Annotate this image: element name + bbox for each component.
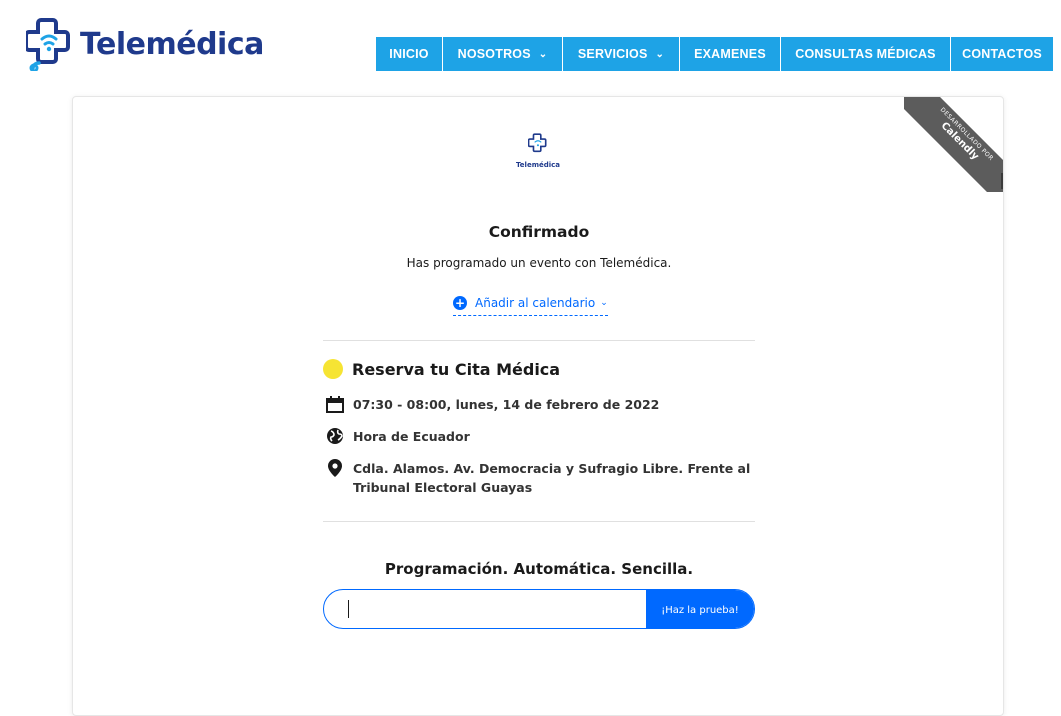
medical-cross-wifi-icon xyxy=(527,133,547,153)
calendar-icon xyxy=(325,395,345,413)
plus-circle-icon: + xyxy=(453,296,467,310)
try-it-button[interactable]: ¡Haz la prueba! xyxy=(646,590,754,628)
divider xyxy=(323,340,755,341)
nav-item-label: SERVICIOS xyxy=(577,47,648,61)
nav-item-label: NOSOTROS xyxy=(457,47,531,61)
nav-item-label: CONTACTOS xyxy=(962,47,1042,61)
location-pin-icon xyxy=(325,459,345,477)
site-logo[interactable]: Telemédica xyxy=(26,12,264,76)
main-nav: INICIO NOSOTROS ⌄ SERVICIOS ⌄ EXAMENES CON… xyxy=(376,37,1053,71)
chevron-down-icon: ⌄ xyxy=(538,48,548,60)
nav-item-consultas-medicas[interactable]: CONSULTAS MÉDICAS xyxy=(781,37,951,71)
nav-item-nosotros[interactable]: NOSOTROS ⌄ xyxy=(443,37,563,71)
booking-confirmation-card: DESARROLLADO POR Calendly Telemédica Con… xyxy=(72,96,1004,716)
chevron-down-icon: ⌄ xyxy=(600,298,608,308)
ribbon-brand-text: Calendly xyxy=(938,120,981,163)
event-name-text: Reserva tu Cita Médica xyxy=(352,359,561,379)
event-color-dot xyxy=(323,359,343,379)
divider xyxy=(323,521,755,522)
confirmation-title: Confirmado xyxy=(488,223,590,241)
nav-item-label: EXAMENES xyxy=(694,47,766,61)
text-cursor xyxy=(348,600,349,618)
site-header: Telemédica INICIO NOSOTROS ⌄ SERVICIOS ⌄ E… xyxy=(0,0,1061,92)
nav-item-inicio[interactable]: INICIO xyxy=(376,37,443,71)
chevron-down-icon: ⌄ xyxy=(655,48,665,60)
calendly-badge[interactable]: DESARROLLADO POR Calendly xyxy=(904,97,1003,192)
ribbon-fold xyxy=(1001,173,1003,189)
organizer-logo-text: Telemédica xyxy=(515,161,561,169)
globe-icon xyxy=(325,427,345,445)
event-location: Cdla. Alamos. Av. Democracia y Sufragio … xyxy=(325,459,765,497)
site-logo-text: Telemédica xyxy=(80,26,264,62)
nav-item-label: CONSULTAS MÉDICAS xyxy=(795,47,936,61)
event-name: Reserva tu Cita Médica xyxy=(323,359,560,379)
add-to-calendar-label: Añadir al calendario xyxy=(475,296,596,310)
email-input[interactable] xyxy=(324,590,646,628)
event-datetime-text: 07:30 - 08:00, lunes, 14 de febrero de 2… xyxy=(353,397,660,412)
nav-item-examenes[interactable]: EXAMENES xyxy=(680,37,781,71)
event-location-text: Cdla. Alamos. Av. Democracia y Sufragio … xyxy=(353,461,751,495)
nav-item-label: INICIO xyxy=(389,47,429,61)
event-timezone-text: Hora de Ecuador xyxy=(353,429,470,444)
promo-title: Programación. Automática. Sencilla. xyxy=(384,560,694,578)
nav-item-servicios[interactable]: SERVICIOS ⌄ xyxy=(563,37,680,71)
add-to-calendar-button[interactable]: + Añadir al calendario ⌄ xyxy=(453,294,608,316)
event-datetime: 07:30 - 08:00, lunes, 14 de febrero de 2… xyxy=(325,395,659,414)
confirmation-subtitle: Has programado un evento con Telemédica. xyxy=(406,256,672,270)
medical-cross-wifi-icon xyxy=(26,18,70,71)
organizer-logo: Telemédica xyxy=(516,133,560,169)
signup-form: ¡Haz la prueba! xyxy=(323,589,755,629)
calendly-ribbon[interactable]: DESARROLLADO POR Calendly xyxy=(904,97,1003,192)
nav-item-contactos[interactable]: CONTACTOS xyxy=(951,37,1053,71)
event-timezone: Hora de Ecuador xyxy=(325,427,470,446)
